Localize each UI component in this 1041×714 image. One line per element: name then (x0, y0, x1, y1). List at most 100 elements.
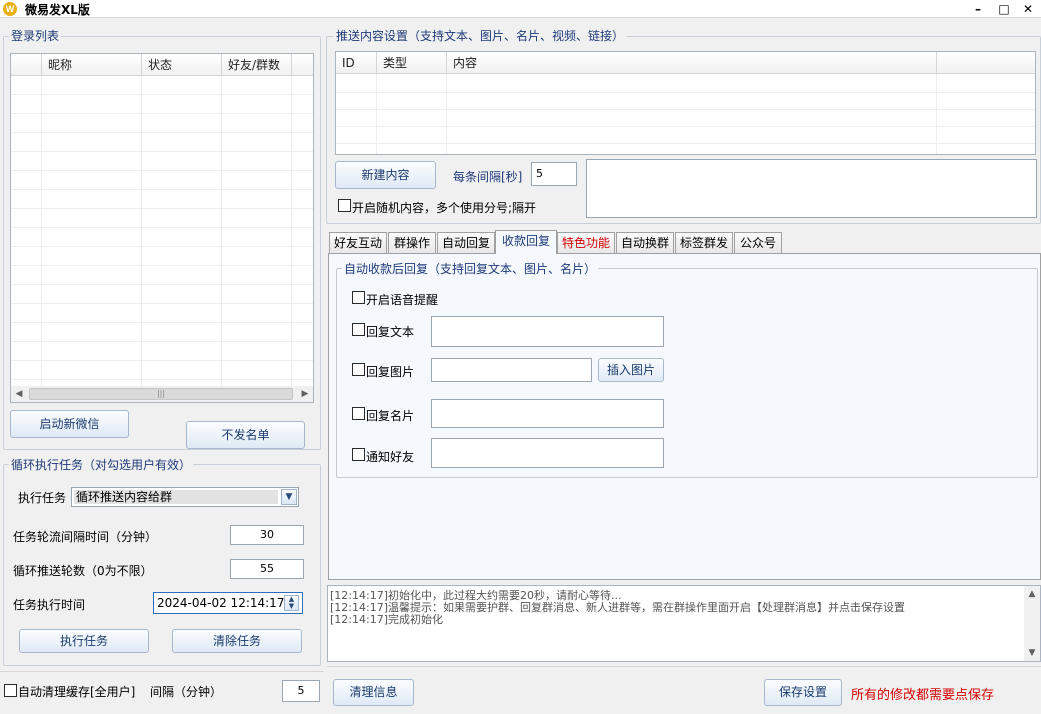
task-select[interactable]: 循环推送内容给群 ▼ (71, 487, 299, 507)
minimize-button[interactable]: – (966, 0, 990, 18)
auto-clear-checkbox[interactable] (4, 684, 17, 697)
tab-auto-reply[interactable]: 自动回复 (437, 232, 495, 253)
column-header-id[interactable]: ID (336, 52, 377, 74)
column-header-extra[interactable] (937, 52, 1035, 74)
column-header-friends-groups[interactable]: 好友/群数 (222, 54, 292, 76)
close-button[interactable]: ✕ (1016, 0, 1040, 18)
title-bar: W 微易发XL版 – □ ✕ (0, 0, 1041, 18)
grid-line (11, 246, 313, 247)
divider (0, 671, 324, 672)
column-header-nickname[interactable]: 昵称 (42, 54, 142, 76)
app-logo-icon: W (3, 2, 17, 16)
voice-alert-checkbox[interactable] (352, 291, 365, 304)
auto-clear-interval-input[interactable]: 5 (282, 680, 320, 702)
tab-payment-reply[interactable]: 收款回复 (495, 230, 557, 254)
log-output[interactable]: [12:14:17]初始化中，此过程大约需要20秒，请耐心等待... [12:1… (327, 585, 1041, 662)
rounds-input[interactable]: 55 (230, 559, 304, 579)
random-content-checkbox[interactable] (338, 199, 351, 212)
login-list-table[interactable]: 昵称 状态 好友/群数 ◀ ||| ▶ (10, 53, 314, 403)
scroll-up-icon[interactable]: ▲ (1024, 586, 1040, 602)
grid-line (336, 143, 1035, 144)
blacklist-button[interactable]: 不发名单 (186, 421, 305, 449)
grid-line (11, 303, 313, 304)
auto-clear-interval-label: 间隔（分钟） (150, 685, 223, 699)
column-header-status[interactable]: 状态 (142, 54, 222, 76)
new-content-button[interactable]: 新建内容 (335, 161, 436, 189)
spin-updown-icon[interactable]: ▲ ▼ (284, 595, 299, 611)
exec-time-value: 2024-04-02 12:14:17 (157, 596, 285, 610)
grid-line (221, 76, 222, 386)
tab-group-ops[interactable]: 群操作 (388, 232, 436, 253)
clear-task-button[interactable]: 清除任务 (172, 629, 302, 653)
reply-text-checkbox[interactable] (352, 323, 365, 336)
run-task-button[interactable]: 执行任务 (19, 629, 149, 653)
log-line: [12:14:17]完成初始化 (330, 613, 443, 626)
column-header-select[interactable] (11, 54, 42, 76)
notify-friend-label: 通知好友 (366, 450, 415, 464)
notify-friend-input[interactable] (431, 438, 664, 468)
task-label: 执行任务 (18, 491, 67, 505)
interval-input[interactable]: 30 (230, 525, 304, 545)
clear-log-button[interactable]: 清理信息 (333, 679, 414, 706)
grid-line (11, 227, 313, 228)
payment-reply-title: 自动收款后回复（支持回复文本、图片、名片） (342, 260, 599, 277)
tab-special-features[interactable]: 特色功能 (557, 232, 615, 253)
exec-time-label: 任务执行时间 (13, 598, 86, 612)
scroll-down-icon[interactable]: ▼ (1024, 645, 1040, 661)
insert-image-button[interactable]: 插入图片 (598, 358, 664, 382)
voice-alert-label: 开启语音提醒 (366, 293, 439, 307)
reply-text-label: 回复文本 (366, 325, 415, 339)
grid-line (11, 132, 313, 133)
grid-line (336, 92, 1035, 93)
grid-line (141, 76, 142, 386)
save-settings-button[interactable]: 保存设置 (764, 679, 842, 706)
reply-image-checkbox[interactable] (352, 363, 365, 376)
grid-line (41, 76, 42, 386)
scroll-thumb[interactable]: ||| (29, 388, 293, 400)
start-wechat-button[interactable]: 启动新微信 (10, 410, 129, 438)
grid-line (11, 284, 313, 285)
reply-card-checkbox[interactable] (352, 407, 365, 420)
column-header-type[interactable]: 类型 (377, 52, 447, 74)
reply-image-input[interactable] (431, 358, 592, 382)
scroll-left-icon[interactable]: ◀ (11, 386, 27, 402)
tab-official-account[interactable]: 公众号 (734, 232, 782, 253)
login-list-header: 昵称 状态 好友/群数 (11, 54, 313, 76)
grid-line (11, 151, 313, 152)
tab-tag-broadcast[interactable]: 标签群发 (675, 232, 733, 253)
reply-card-input[interactable] (431, 399, 664, 428)
notify-friend-checkbox[interactable] (352, 448, 365, 461)
grid-line (11, 113, 313, 114)
login-list-hscrollbar[interactable]: ◀ ||| ▶ (11, 386, 313, 402)
grid-line (291, 76, 292, 386)
push-interval-label: 每条间隔[秒] (453, 170, 523, 184)
window-title: 微易发XL版 (25, 3, 90, 17)
login-list-title: 登录列表 (9, 27, 62, 44)
reply-image-label: 回复图片 (366, 365, 415, 379)
grid-line (11, 94, 313, 95)
task-select-value: 循环推送内容给群 (74, 490, 278, 504)
grid-line (336, 126, 1035, 127)
reply-card-label: 回复名片 (366, 409, 415, 423)
column-header-content[interactable]: 内容 (447, 52, 937, 74)
tab-friend-interaction[interactable]: 好友互动 (329, 232, 387, 253)
random-content-textarea[interactable] (586, 159, 1037, 218)
rounds-label: 循环推送轮数（0为不限） (13, 564, 153, 578)
tab-auto-switch-group[interactable]: 自动换群 (616, 232, 674, 253)
scroll-right-icon[interactable]: ▶ (297, 386, 313, 402)
random-content-label: 开启随机内容，多个使用分号;隔开 (352, 201, 537, 215)
push-content-table[interactable]: ID 类型 内容 (335, 51, 1036, 155)
exec-time-picker[interactable]: 2024-04-02 12:14:17 ▲ ▼ (153, 592, 303, 614)
push-interval-input[interactable]: 5 (531, 162, 577, 186)
loop-task-title: 循环执行任务（对勾选用户有效） (9, 456, 194, 473)
grid-line (336, 109, 1035, 110)
maximize-button[interactable]: □ (992, 0, 1016, 18)
log-vscrollbar[interactable]: ▲ ▼ (1024, 586, 1040, 661)
grid-line (11, 341, 313, 342)
reply-text-input[interactable] (431, 316, 664, 347)
grid-line (11, 379, 313, 380)
grid-line (11, 265, 313, 266)
chevron-down-icon[interactable]: ▼ (281, 489, 297, 505)
push-content-header: ID 类型 内容 (336, 52, 1035, 74)
grid-line (11, 360, 313, 361)
